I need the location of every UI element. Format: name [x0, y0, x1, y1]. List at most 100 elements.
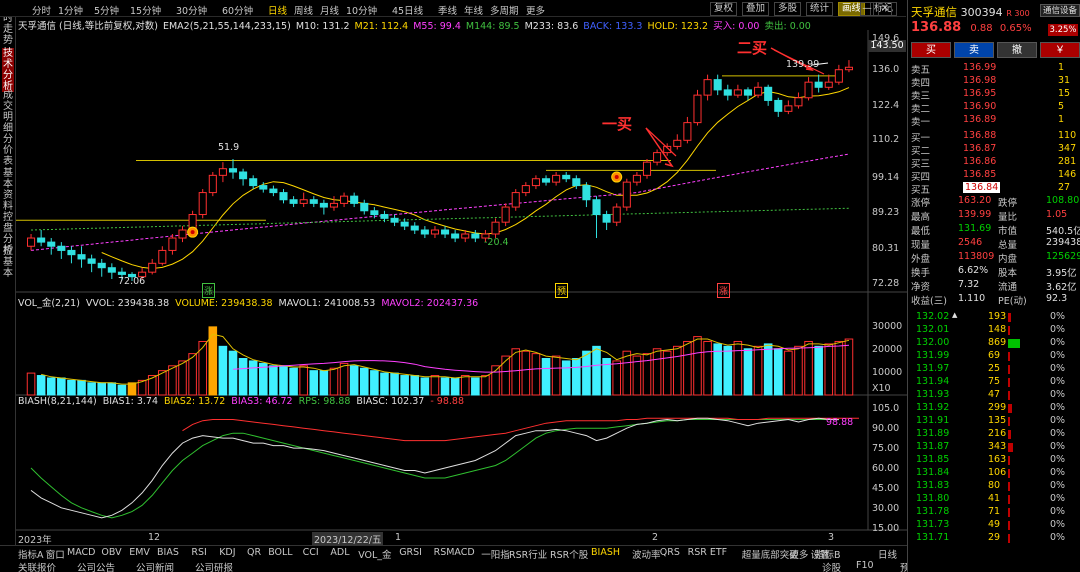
volume-bar[interactable]: [763, 343, 773, 396]
candle-body[interactable]: [784, 105, 793, 112]
volume-bar[interactable]: [511, 348, 521, 396]
volume-bar[interactable]: [592, 345, 601, 396]
indicator-tab-5[interactable]: BIAS: [157, 547, 179, 558]
candle-body[interactable]: [208, 174, 217, 194]
indicator-tab-8[interactable]: QR: [247, 547, 261, 558]
candle-body[interactable]: [764, 86, 773, 101]
volume-bar[interactable]: [541, 358, 551, 396]
candle-body[interactable]: [249, 178, 258, 187]
volume-bar[interactable]: [733, 340, 743, 396]
volume-bar[interactable]: [238, 358, 248, 396]
tab-control[interactable]: 控基本: [2, 246, 14, 279]
indicator-tab-18[interactable]: BIASH: [591, 547, 620, 558]
indicator-tab-7[interactable]: KDJ: [219, 547, 235, 558]
volume-bar[interactable]: [521, 350, 531, 396]
volume-bar[interactable]: [834, 340, 844, 396]
candle-body[interactable]: [259, 185, 268, 190]
timeframe-4[interactable]: 30分钟: [176, 3, 207, 17]
tab-basic-info[interactable]: 基本资料: [2, 168, 14, 212]
indicator-tab-9[interactable]: BOLL: [268, 547, 292, 558]
candle-body[interactable]: [319, 202, 328, 208]
trade-button-0[interactable]: 买: [911, 42, 951, 58]
indicator-tab-13[interactable]: GRSI: [399, 547, 422, 558]
volume-bar[interactable]: [77, 379, 86, 396]
candle-body[interactable]: [774, 99, 783, 112]
volume-bar[interactable]: [844, 338, 854, 396]
indicator-tab-6[interactable]: RSI: [191, 547, 206, 558]
candle-body[interactable]: [380, 214, 389, 219]
volume-bar[interactable]: [359, 367, 369, 396]
candle-body[interactable]: [57, 245, 66, 251]
bottom-link-2[interactable]: 公司新闻: [136, 560, 174, 572]
volume-bar[interactable]: [36, 375, 46, 396]
timeframe-11[interactable]: 季线: [438, 3, 457, 17]
candle-body[interactable]: [430, 229, 439, 235]
candle-body[interactable]: [683, 122, 692, 141]
indicator-tab-14[interactable]: RSMACD: [434, 547, 475, 558]
volume-bar[interactable]: [259, 362, 268, 396]
timeframe-14[interactable]: 更多: [526, 3, 545, 17]
indicator-tab-4[interactable]: EMV: [129, 547, 150, 558]
tab-price-table[interactable]: 分价表: [2, 134, 14, 167]
volume-bar[interactable]: [481, 375, 490, 396]
volume-bar[interactable]: [97, 382, 107, 396]
period-button[interactable]: 日线: [878, 547, 897, 561]
candle-body[interactable]: [410, 225, 419, 231]
candle-body[interactable]: [340, 195, 349, 204]
volume-bar[interactable]: [420, 377, 430, 396]
trade-button-1[interactable]: 卖: [954, 42, 994, 58]
candle-body[interactable]: [107, 267, 116, 273]
bottom-right-0[interactable]: 诊股: [822, 560, 841, 572]
timeframe-7[interactable]: 周线: [294, 3, 313, 17]
indicator-tab-16[interactable]: RSR行业: [509, 547, 547, 561]
volume-bar[interactable]: [723, 345, 733, 396]
volume-bar[interactable]: [753, 345, 763, 396]
volume-bar[interactable]: [410, 375, 420, 396]
volume-bar[interactable]: [773, 348, 783, 396]
candle-body[interactable]: [491, 221, 500, 235]
candle-body[interactable]: [824, 81, 833, 88]
volume-bar[interactable]: [794, 345, 803, 396]
volume-bar[interactable]: [248, 360, 258, 396]
candle-body[interactable]: [602, 214, 611, 223]
toolbar-button-1[interactable]: 叠加: [742, 2, 770, 16]
candle-body[interactable]: [552, 174, 561, 183]
timeframe-13[interactable]: 多周期: [490, 3, 519, 17]
volume-bar[interactable]: [380, 372, 389, 396]
bottom-right-1[interactable]: F10: [856, 560, 874, 571]
volume-bar[interactable]: [299, 365, 308, 396]
candle-body[interactable]: [612, 206, 621, 223]
volume-bar[interactable]: [400, 375, 409, 396]
candle-body[interactable]: [511, 192, 520, 208]
volume-bar[interactable]: [87, 382, 96, 396]
volume-bar[interactable]: [582, 350, 591, 396]
candle-body[interactable]: [400, 221, 409, 227]
indicator-tab-11[interactable]: ADL: [330, 547, 349, 558]
volume-bar[interactable]: [703, 340, 712, 396]
candle-body[interactable]: [289, 199, 298, 204]
sector-button[interactable]: 通信设备: [1040, 4, 1080, 17]
tab-technical-analysis[interactable]: 技术分析: [2, 48, 14, 92]
bottom-link-0[interactable]: 关联报价: [18, 560, 56, 572]
candle-body[interactable]: [269, 188, 278, 194]
indicator-tab-17[interactable]: RSR个股: [550, 547, 588, 561]
tab-trade-details[interactable]: 成交明细: [2, 90, 14, 134]
volume-bar[interactable]: [349, 365, 359, 396]
volume-bar[interactable]: [309, 370, 319, 396]
candle-body[interactable]: [239, 171, 248, 180]
timeframe-3[interactable]: 15分钟: [130, 3, 161, 17]
candle-body[interactable]: [451, 233, 460, 239]
candle-body[interactable]: [87, 258, 96, 264]
candle-body[interactable]: [804, 81, 813, 99]
candle-body[interactable]: [723, 89, 732, 96]
candle-body[interactable]: [37, 237, 46, 243]
timeframe-8[interactable]: 月线: [320, 3, 339, 17]
candle-body[interactable]: [501, 206, 510, 223]
volume-bar[interactable]: [46, 377, 56, 396]
indicator-tab-12[interactable]: VOL_金: [358, 547, 391, 561]
volume-bar[interactable]: [784, 350, 793, 396]
price-chart[interactable]: [16, 30, 908, 545]
candle-body[interactable]: [350, 195, 359, 204]
volume-bar[interactable]: [188, 353, 197, 396]
volume-bar[interactable]: [460, 375, 470, 396]
